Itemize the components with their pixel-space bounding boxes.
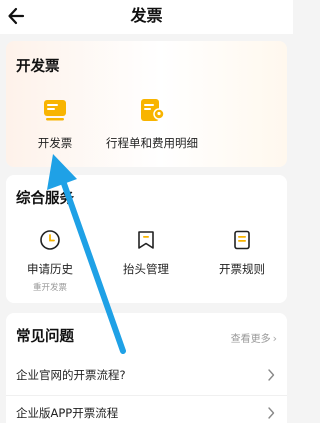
bookmark-icon — [135, 229, 157, 251]
chevron-right-icon: › — [272, 332, 277, 345]
chevron-right-icon — [268, 407, 275, 419]
invoice-page: 发票 开发票 开发票 行程单和费用明细 综合服务 申请历史 重开发票 抬头管理 … — [0, 0, 293, 423]
application-history-button[interactable]: 申请历史 重开发票 — [10, 229, 90, 293]
itinerary-details-label: 行程单和费用明细 — [106, 136, 198, 150]
chevron-right-icon — [268, 369, 275, 381]
invoice-rules-button[interactable]: 开票规则 — [202, 229, 282, 277]
faq-item[interactable]: 企业版APP开票流程 — [6, 395, 287, 423]
faq-card: 常见问题 查看更多 › 企业官网的开票流程? 企业版APP开票流程 — [6, 313, 287, 423]
title-management-label: 抬头管理 — [123, 262, 169, 276]
reissue-invoice-sublabel: 重开发票 — [32, 283, 67, 293]
itinerary-details-button[interactable]: 行程单和费用明细 — [96, 97, 208, 151]
title-management-button[interactable]: 抬头管理 — [106, 229, 186, 277]
document-list-icon — [231, 229, 253, 251]
top-nav-bar: 发票 — [0, 0, 293, 34]
faq-question: 企业官网的开票流程? — [16, 368, 126, 382]
faq-item[interactable]: 企业官网的开票流程? — [6, 358, 287, 394]
page-title: 发票 — [130, 6, 163, 25]
invoice-card: 开发票 开发票 行程单和费用明细 — [6, 41, 287, 167]
clock-icon — [39, 229, 61, 251]
invoice-rules-label: 开票规则 — [219, 262, 265, 276]
services-section-title: 综合服务 — [16, 191, 74, 207]
faq-question: 企业版APP开票流程 — [16, 406, 119, 420]
services-card: 综合服务 申请历史 重开发票 抬头管理 开票规则 — [6, 175, 287, 303]
application-history-label: 申请历史 — [27, 262, 73, 276]
invoice-stack-icon — [42, 97, 68, 123]
issue-invoice-button[interactable]: 开发票 — [20, 97, 90, 151]
view-more-label: 查看更多 — [230, 334, 271, 345]
faq-section-title: 常见问题 — [16, 329, 74, 345]
issue-invoice-label: 开发票 — [37, 136, 73, 150]
invoice-section-title: 开发票 — [16, 59, 60, 75]
view-more-link[interactable]: 查看更多 › — [231, 330, 277, 345]
itinerary-location-icon — [139, 97, 165, 123]
